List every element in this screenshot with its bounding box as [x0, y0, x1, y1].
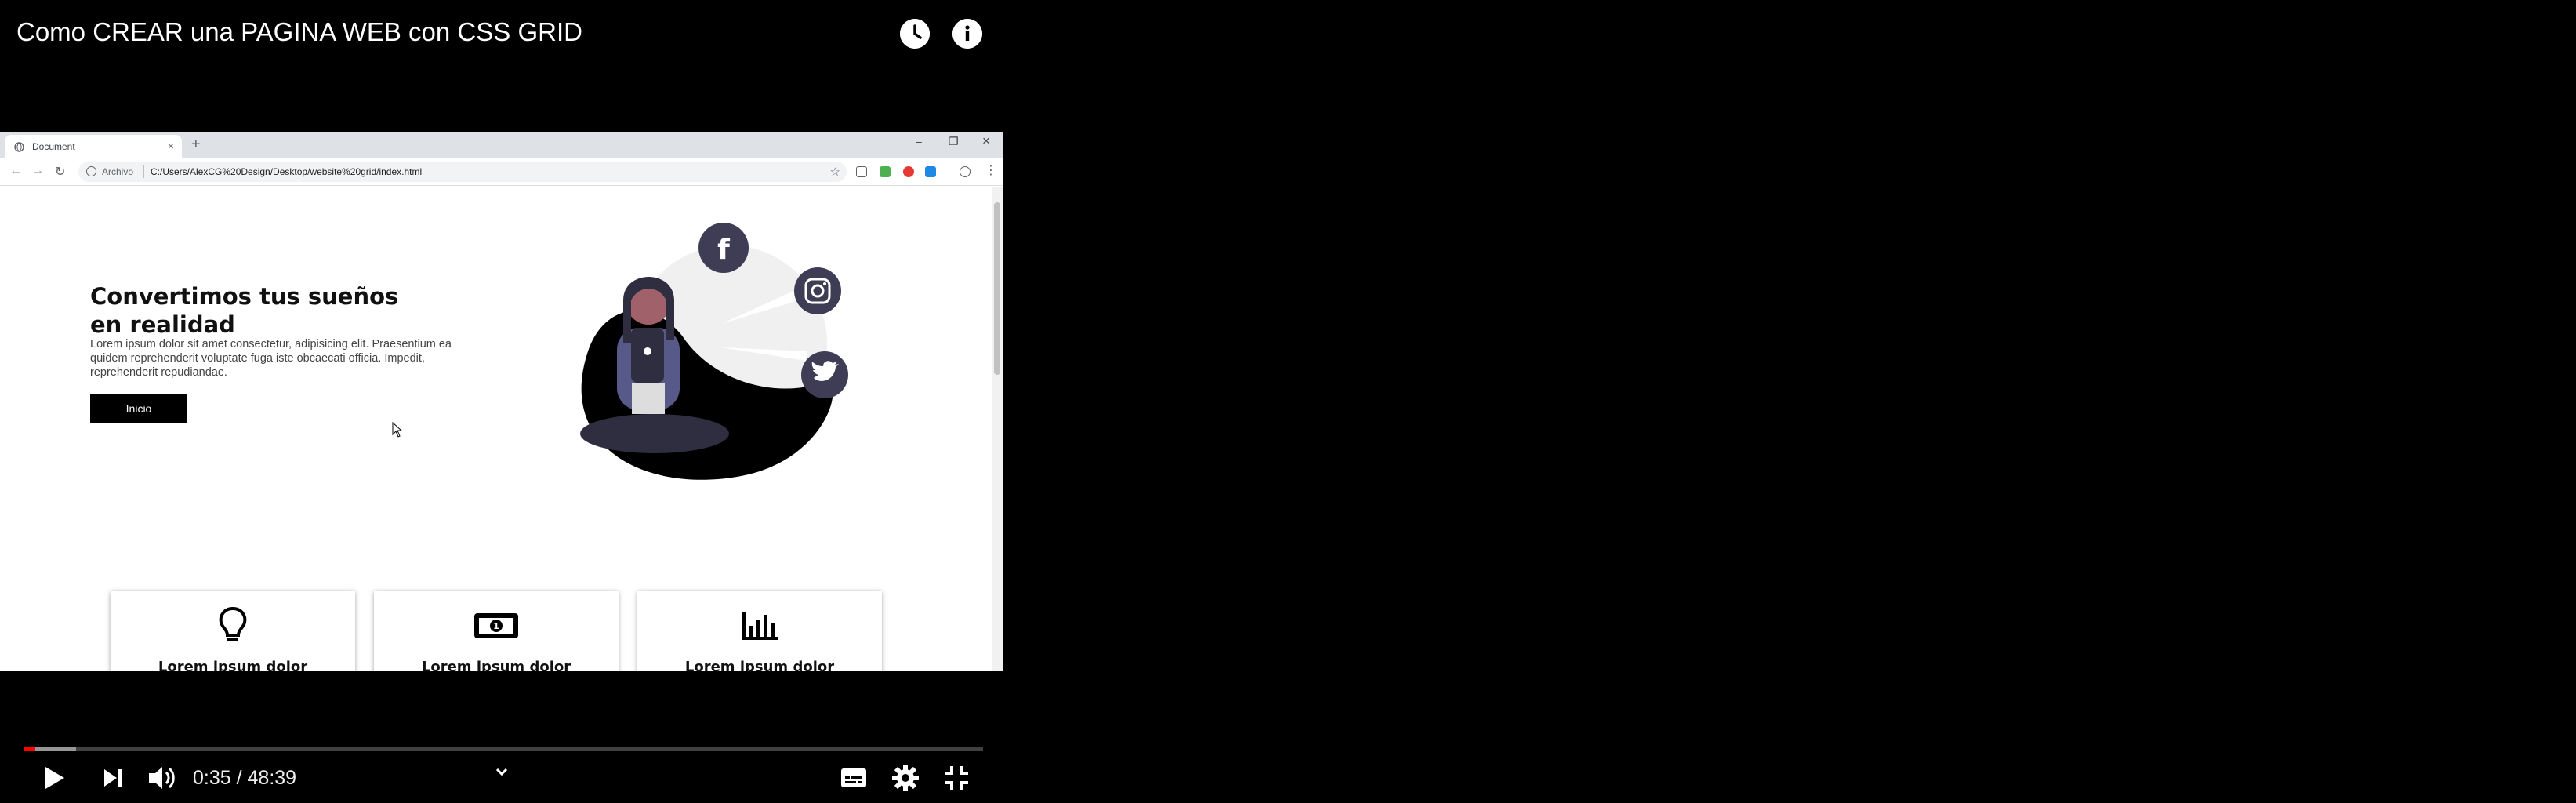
twitter-icon[interactable]: [801, 351, 848, 398]
bookmark-star-icon[interactable]: ☆: [830, 165, 840, 179]
settings-icon[interactable]: [890, 762, 921, 794]
feature-card: Lorem ipsum dolor: [111, 591, 355, 671]
page-viewport: Convertimos tus sueños en realidad Lorem…: [0, 187, 992, 671]
globe-icon: [14, 142, 24, 152]
card-title: Lorem ipsum dolor: [421, 659, 571, 671]
window-close-button[interactable]: ×: [982, 133, 990, 149]
chevron-down-icon[interactable]: [492, 762, 511, 785]
exit-fullscreen-icon[interactable]: [941, 762, 972, 794]
money-icon: 1: [474, 613, 518, 638]
feature-card: 1 Lorem ipsum dolor: [374, 591, 619, 671]
hero-illustration: f: [580, 223, 848, 480]
tab-close-icon[interactable]: ×: [168, 140, 174, 152]
facebook-icon[interactable]: f: [698, 223, 749, 273]
lightbulb-icon: [219, 606, 247, 641]
site-info-icon[interactable]: [86, 166, 96, 176]
extension-icon[interactable]: [880, 166, 891, 177]
tab-title: Document: [32, 141, 75, 152]
page-scrollbar[interactable]: [992, 187, 1003, 671]
time-display: 0:35 / 48:39: [193, 767, 296, 790]
next-icon[interactable]: [97, 762, 129, 794]
restore-button[interactable]: ❐: [949, 135, 959, 148]
browser-menu-icon[interactable]: ⋮: [985, 162, 997, 178]
time-separator: /: [230, 767, 248, 789]
play-icon[interactable]: [38, 762, 69, 794]
volume-icon[interactable]: [145, 762, 180, 794]
new-tab-button[interactable]: +: [191, 136, 201, 154]
video-title[interactable]: Como CREAR una PAGINA WEB con CSS GRID: [16, 17, 582, 47]
instagram-icon[interactable]: [794, 267, 841, 314]
time-total: 48:39: [247, 767, 297, 789]
browser-tab[interactable]: Document ×: [5, 135, 182, 158]
back-icon[interactable]: ←: [9, 164, 22, 178]
opera-extension-icon[interactable]: [903, 166, 914, 177]
camera-extension-icon[interactable]: [856, 166, 867, 177]
watch-later-icon[interactable]: [900, 19, 930, 49]
info-icon[interactable]: [952, 19, 982, 49]
card-title: Lorem ipsum dolor: [684, 659, 835, 671]
svg-text:f: f: [717, 234, 730, 266]
progress-bar[interactable]: [24, 747, 983, 751]
embedded-browser: Document × + – ❐ × ← → ↻ Archivo C:/User…: [0, 132, 1003, 671]
hero-text: Lorem ipsum dolor sit amet consectetur, …: [90, 338, 452, 379]
time-current: 0:35: [193, 767, 231, 789]
hero-title: Convertimos tus sueños en realidad: [90, 283, 399, 338]
address-bar[interactable]: Archivo C:/Users/AlexCG%20Design/Desktop…: [78, 162, 847, 182]
translate-extension-icon[interactable]: [925, 166, 936, 177]
mouse-cursor-icon: [392, 422, 403, 438]
tab-strip: Document × + – ❐ ×: [0, 132, 1003, 158]
bar-chart-icon: [742, 612, 778, 640]
inicio-button[interactable]: Inicio: [90, 394, 187, 423]
progress-played: [24, 747, 35, 751]
feature-card: Lorem ipsum dolor: [637, 591, 882, 671]
url-scheme: Archivo: [102, 166, 134, 177]
reload-icon[interactable]: ↻: [55, 164, 65, 180]
scrollbar-thumb[interactable]: [994, 202, 1000, 375]
profile-avatar-icon[interactable]: [960, 166, 971, 177]
subtitles-icon[interactable]: [838, 762, 869, 794]
svg-text:1: 1: [493, 621, 499, 631]
url-divider: [143, 165, 144, 178]
minimize-button[interactable]: –: [916, 135, 922, 147]
browser-toolbar: ← → ↻ Archivo C:/Users/AlexCG%20Design/D…: [0, 158, 1003, 186]
url-text[interactable]: C:/Users/AlexCG%20Design/Desktop/website…: [151, 166, 422, 177]
forward-icon[interactable]: →: [31, 164, 44, 178]
card-title: Lorem ipsum dolor: [158, 659, 308, 671]
